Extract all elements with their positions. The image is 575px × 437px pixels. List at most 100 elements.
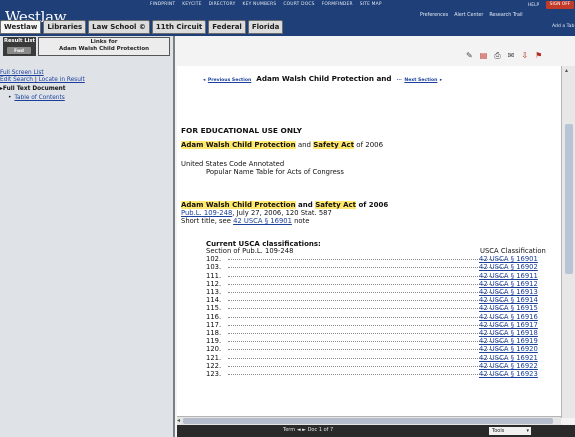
usca-citation-link[interactable]: 42 USCA § 16916 [479, 313, 538, 321]
tab-westlaw[interactable]: Westlaw [0, 20, 42, 34]
horizontal-scrollbar[interactable]: ◂ [177, 416, 561, 425]
usca-citation-link[interactable]: 42 USCA § 16914 [479, 296, 538, 304]
usca-citation-link[interactable]: 42 USCA § 16902 [479, 263, 538, 271]
forward-button[interactable]: Fwd [7, 47, 31, 54]
table-of-contents-row: • Table of Contents [8, 95, 65, 101]
term-highlight: Safety Act [313, 141, 355, 149]
result-list-label: Result List [3, 38, 35, 44]
keycite-flag-icon[interactable]: ⚑ [535, 52, 542, 60]
section-number: 102. [206, 255, 222, 263]
research-trail-link[interactable]: Research Trail [489, 13, 522, 18]
table-row: 117. 42 USCA § 16917 [206, 321, 561, 329]
full-screen-list-link[interactable]: Full Screen List [0, 70, 44, 76]
public-law-link[interactable]: Pub.L. 109-248 [181, 209, 232, 217]
full-text-document-row[interactable]: ▸Full Text Document [0, 86, 66, 92]
bullet-icon: • [8, 95, 12, 101]
leader-dots [228, 341, 506, 342]
usca-citation-link[interactable]: 42 USCA § 16911 [479, 272, 538, 280]
previous-section-link[interactable]: Previous Section [208, 78, 251, 83]
table-row: 114. 42 USCA § 16914 [206, 296, 561, 304]
westlaw-header: Westlaw FINDPRINT KEYCITE DIRECTORY KEY … [0, 0, 575, 36]
alert-center-link[interactable]: Alert Center [454, 13, 483, 18]
classification-column-header: USCA Classification [480, 247, 546, 255]
tab-links-for[interactable]: Links for Adam Walsh Child Protection [38, 37, 170, 56]
nav-site-map[interactable]: SITE MAP [360, 2, 382, 7]
section-number: 112. [206, 280, 222, 288]
usca-citation-link[interactable]: 42 USCA § 16921 [479, 354, 538, 362]
popular-name-label: Popular Name Table for Acts of Congress [206, 168, 344, 176]
section-number: 113. [206, 288, 222, 296]
download-icon[interactable]: ⇩ [521, 52, 528, 60]
leader-dots [228, 333, 506, 334]
short-title-link[interactable]: 42 USCA § 16901 [233, 217, 292, 225]
nav-court-docs[interactable]: COURT DOCS [283, 2, 314, 7]
help-link[interactable]: HELP [528, 3, 539, 8]
leader-dots [228, 292, 506, 293]
add-tab-link[interactable]: Add a Tab [552, 24, 574, 29]
left-panel: Result List Fwd Links for Adam Walsh Chi… [0, 36, 175, 437]
vertical-scrollbar[interactable]: ▴ [561, 66, 575, 418]
usca-citation-link[interactable]: 42 USCA § 16920 [479, 345, 538, 353]
table-row: 118. 42 USCA § 16918 [206, 329, 561, 337]
table-row: 102. 42 USCA § 16901 [206, 255, 561, 263]
tab-federal[interactable]: Federal [208, 20, 246, 34]
term-highlight: Safety Act [315, 201, 357, 209]
tab-florida[interactable]: Florida [247, 20, 284, 34]
nav-findprint[interactable]: FINDPRINT [150, 2, 175, 7]
usca-citation-link[interactable]: 42 USCA § 16913 [479, 288, 538, 296]
bottom-bar: Term ◄ ► Doc 1 of 7 Tools [177, 425, 575, 437]
full-text-document-label: Full Text Document [2, 86, 66, 92]
scroll-up-icon[interactable]: ▴ [565, 67, 568, 74]
leader-dots [228, 276, 506, 277]
section-number: 115. [206, 304, 222, 312]
leader-dots [228, 349, 506, 350]
leader-dots [228, 325, 506, 326]
section-number: 122. [206, 362, 222, 370]
edit-search-label[interactable]: Edit Search [0, 77, 33, 83]
tab-11th-circuit[interactable]: 11th Circuit [151, 20, 207, 34]
section-number: 116. [206, 313, 222, 321]
usca-citation-link[interactable]: 42 USCA § 16923 [479, 370, 538, 378]
horizontal-scroll-thumb[interactable] [183, 418, 553, 424]
nav-formfinder[interactable]: FORMFINDER [322, 2, 353, 7]
section-number: 119. [206, 337, 222, 345]
next-arrow-icon: ▸ [439, 78, 443, 83]
preferences-link[interactable]: Preferences [420, 13, 448, 18]
pdf-icon[interactable]: ▤ [480, 52, 488, 60]
usca-citation-link[interactable]: 42 USCA § 16918 [479, 329, 538, 337]
section-number: 114. [206, 296, 222, 304]
table-of-contents-link[interactable]: Table of Contents [14, 95, 64, 101]
next-section-link[interactable]: Next Section [404, 78, 437, 83]
usca-citation-link[interactable]: 42 USCA § 16912 [479, 280, 538, 288]
act-title-line: Adam Walsh Child Protection and Safety A… [181, 141, 383, 149]
tab-law-school[interactable]: Law School © [88, 20, 150, 34]
annotated-label: United States Code Annotated [181, 160, 285, 168]
tab-libraries[interactable]: Libraries [43, 20, 87, 34]
usca-citation-link[interactable]: 42 USCA § 16901 [479, 255, 538, 263]
sign-off-button[interactable]: SIGN OFF [546, 1, 574, 9]
leader-dots [228, 366, 506, 367]
section-number: 121. [206, 354, 222, 362]
usca-citation-link[interactable]: 42 USCA § 16919 [479, 337, 538, 345]
usca-citation-link[interactable]: 42 USCA § 16917 [479, 321, 538, 329]
term-doc-pager[interactable]: Term ◄ ► Doc 1 of 7 [283, 427, 333, 433]
public-law-line: Pub.L. 109-248, July 27, 2006, 120 Stat.… [181, 209, 332, 217]
nav-keycite[interactable]: KEYCITE [182, 2, 201, 7]
vertical-scroll-thumb[interactable] [565, 124, 573, 274]
print-icon[interactable]: ⎙ [494, 52, 500, 60]
email-icon[interactable]: ✉ [508, 52, 515, 60]
section-number: 118. [206, 329, 222, 337]
leader-dots [228, 284, 506, 285]
format-icon[interactable]: ✎ [466, 52, 473, 60]
short-title-line: Short title, see 42 USCA § 16901 note [181, 217, 309, 225]
section-number: 120. [206, 345, 222, 353]
tab-strip: Westlaw Libraries Law School © 11th Circ… [0, 20, 285, 34]
scroll-left-icon[interactable]: ◂ [177, 417, 180, 425]
nav-key-numbers[interactable]: KEY NUMBERS [243, 2, 277, 7]
tab-result-list[interactable]: Result List Fwd [3, 37, 36, 56]
usca-citation-link[interactable]: 42 USCA § 16915 [479, 304, 538, 312]
locate-in-result-link[interactable]: Locate in Result [39, 77, 85, 83]
nav-directory[interactable]: DIRECTORY [209, 2, 236, 7]
tools-dropdown[interactable]: Tools [489, 427, 531, 435]
usca-citation-link[interactable]: 42 USCA § 16922 [479, 362, 538, 370]
